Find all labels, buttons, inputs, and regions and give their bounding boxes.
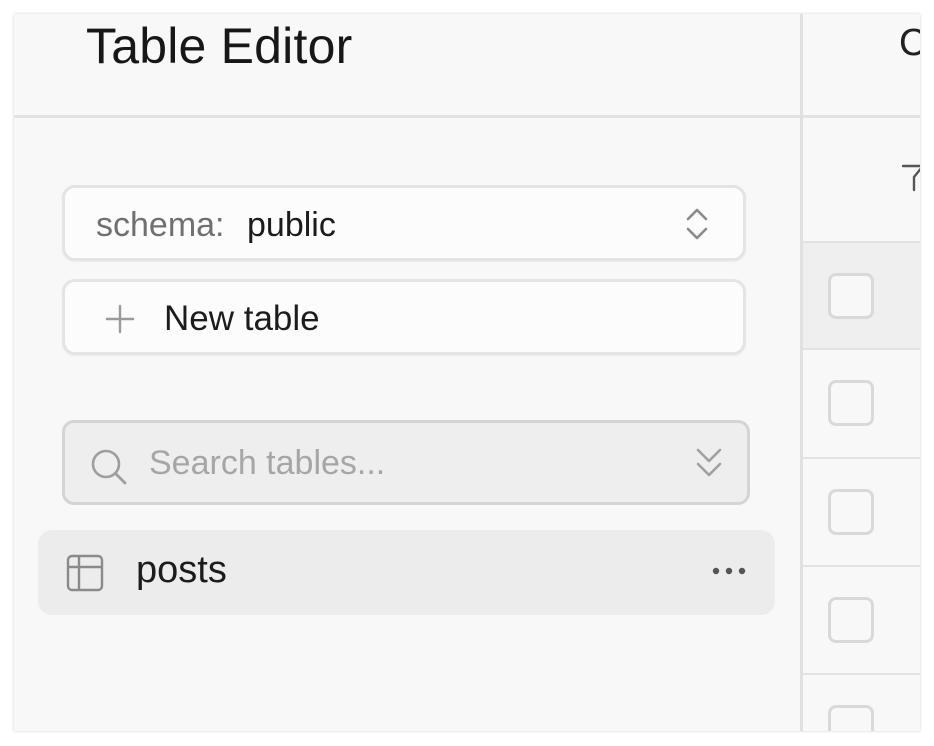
table-name: posts — [136, 549, 227, 591]
table-row — [803, 459, 920, 567]
table-row — [803, 567, 920, 675]
table-row — [803, 350, 920, 459]
table-search — [62, 420, 750, 505]
search-input[interactable] — [149, 437, 669, 489]
grid-header: C — [803, 14, 920, 118]
table-icon — [66, 554, 104, 592]
chevrons-up-down-icon — [686, 208, 708, 240]
schema-label: schema: — [96, 206, 225, 244]
row-checkbox[interactable] — [828, 380, 874, 426]
plus-icon — [105, 304, 135, 334]
row-checkbox[interactable] — [828, 597, 874, 643]
grid-header-text: C — [899, 22, 920, 64]
table-row — [803, 675, 920, 731]
grid-toolbar — [803, 118, 920, 243]
row-checkbox[interactable] — [828, 273, 874, 319]
search-icon — [91, 449, 127, 485]
table-list-item-posts[interactable]: posts — [38, 530, 775, 615]
page-title: Table Editor — [86, 18, 353, 74]
schema-dropdown[interactable]: schema: public — [62, 185, 746, 261]
new-table-button[interactable]: New table — [62, 279, 746, 355]
more-horizontal-icon[interactable] — [709, 560, 749, 582]
filter-icon[interactable] — [901, 163, 920, 193]
row-checkbox[interactable] — [828, 705, 874, 731]
schema-value: public — [247, 206, 336, 244]
grid-panel: C — [803, 14, 920, 731]
new-table-label: New table — [164, 299, 320, 338]
app-window: Table Editor schema: public New table Se… — [14, 14, 920, 731]
sidebar: Table Editor schema: public New table Se… — [14, 14, 800, 731]
sidebar-header: Table Editor — [14, 14, 800, 118]
table-row — [803, 243, 920, 350]
row-checkbox[interactable] — [828, 489, 874, 535]
chevrons-down-icon[interactable] — [693, 443, 725, 483]
